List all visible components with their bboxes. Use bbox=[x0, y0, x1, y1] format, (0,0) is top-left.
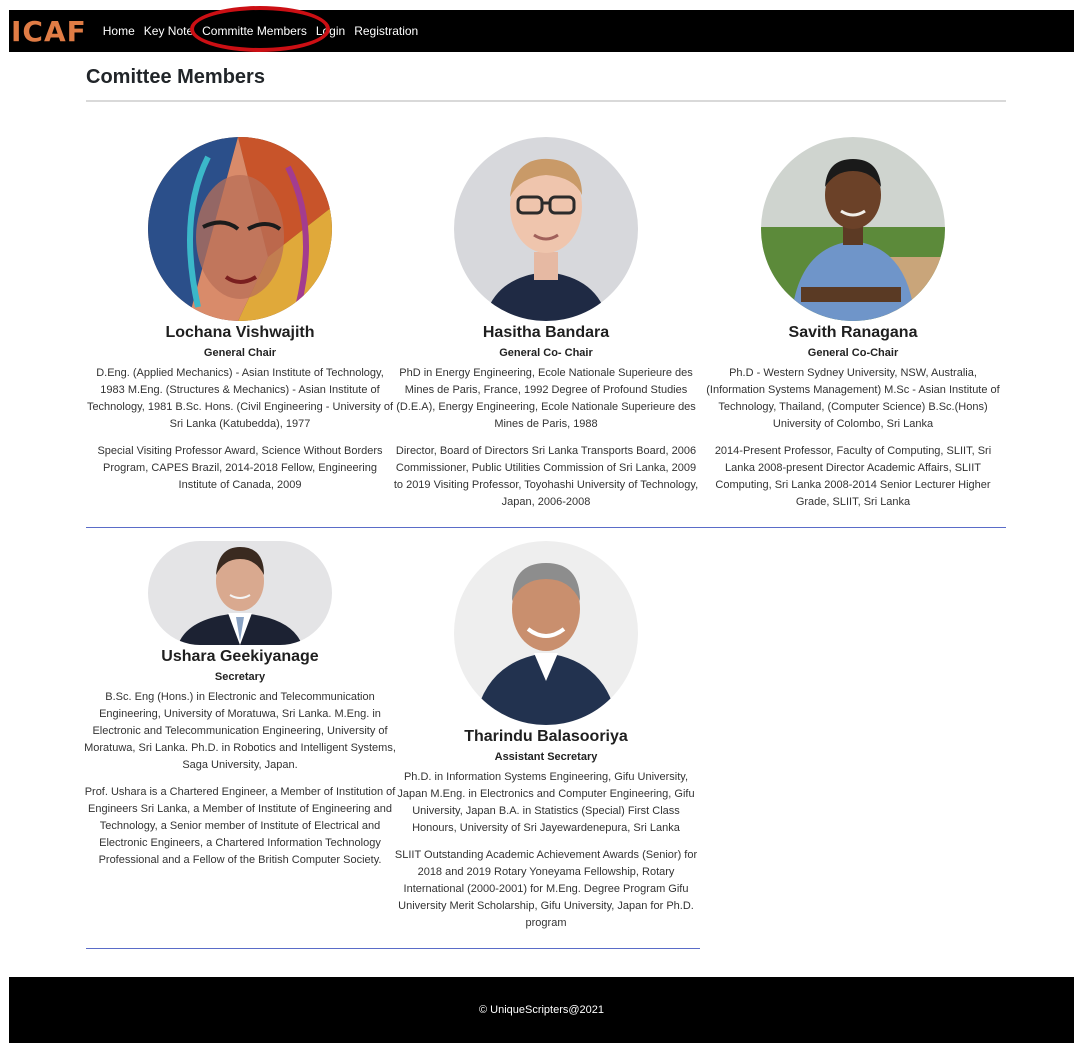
member-role: Secretary bbox=[214, 671, 266, 683]
nav-login[interactable]: Login bbox=[316, 24, 345, 38]
member-experience: Prof. Ushara is a Chartered Engineer, a … bbox=[84, 786, 396, 866]
member-name: Hasitha Bandara bbox=[482, 324, 610, 341]
member-role: General Co-Chair bbox=[807, 347, 899, 359]
member-name: Savith Ranagana bbox=[788, 324, 918, 341]
member-experience: SLIIT Outstanding Academic Achievement A… bbox=[394, 849, 698, 929]
brand-logo[interactable]: ICAF bbox=[11, 15, 87, 48]
member-card: Lochana Vishwajith General Chair D.Eng. … bbox=[84, 137, 396, 494]
member-photo bbox=[454, 137, 638, 321]
member-card: Tharindu Balasooriya Assistant Secretary… bbox=[392, 541, 700, 932]
member-photo bbox=[454, 541, 638, 725]
footer-copyright: © UniqueScripters@2021 bbox=[478, 1004, 605, 1016]
member-card: Hasitha Bandara General Co- Chair PhD in… bbox=[392, 137, 700, 511]
nav-key-note[interactable]: Key Note bbox=[144, 24, 193, 38]
member-photo bbox=[148, 137, 332, 321]
member-education: Ph.D. in Information Systems Engineering… bbox=[397, 771, 695, 834]
row-divider bbox=[86, 948, 700, 949]
member-photo bbox=[148, 541, 332, 645]
nav-home[interactable]: Home bbox=[103, 24, 135, 38]
member-role: General Chair bbox=[203, 347, 277, 359]
title-divider bbox=[86, 100, 1006, 102]
member-role: Assistant Secretary bbox=[494, 751, 598, 763]
member-education: Ph.D - Western Sydney University, NSW, A… bbox=[706, 367, 1000, 430]
member-card: Savith Ranagana General Co-Chair Ph.D - … bbox=[700, 137, 1006, 511]
member-name: Tharindu Balasooriya bbox=[464, 728, 628, 745]
top-navbar: ICAF Home Key Note Committe Members Logi… bbox=[9, 10, 1074, 52]
member-card: Ushara Geekiyanage Secretary B.Sc. Eng (… bbox=[84, 541, 396, 869]
row-divider bbox=[86, 527, 1006, 528]
member-photo bbox=[761, 137, 945, 321]
member-education: D.Eng. (Applied Mechanics) - Asian Insti… bbox=[86, 367, 394, 430]
member-name: Lochana Vishwajith bbox=[165, 324, 315, 341]
nav-registration[interactable]: Registration bbox=[354, 24, 418, 38]
member-education: B.Sc. Eng (Hons.) in Electronic and Tele… bbox=[84, 691, 396, 771]
footer: © UniqueScripters@2021 bbox=[9, 977, 1074, 1043]
member-experience: 2014-Present Professor, Faculty of Compu… bbox=[714, 445, 992, 508]
nav-committee-members[interactable]: Committe Members bbox=[202, 24, 307, 38]
member-experience: Director, Board of Directors Sri Lanka T… bbox=[393, 445, 699, 508]
page-title: Comittee Members bbox=[86, 66, 265, 88]
member-experience: Special Visiting Professor Award, Scienc… bbox=[97, 445, 383, 491]
member-education: PhD in Energy Engineering, Ecole Nationa… bbox=[396, 367, 696, 430]
member-name: Ushara Geekiyanage bbox=[161, 648, 319, 665]
member-role: General Co- Chair bbox=[499, 347, 593, 359]
